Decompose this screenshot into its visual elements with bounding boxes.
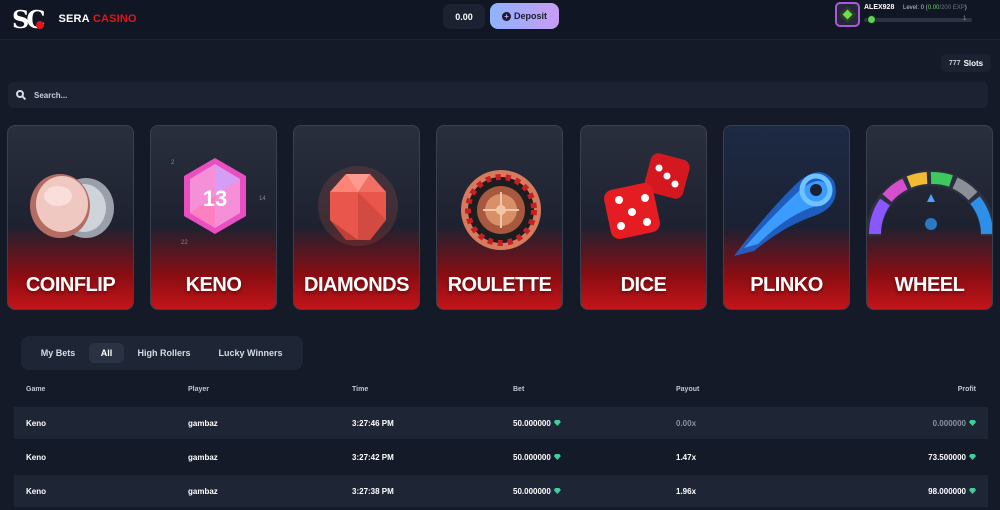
search-bar[interactable] bbox=[8, 82, 988, 108]
bet-amount: 50.000000 bbox=[513, 453, 551, 462]
balance-display[interactable]: 0.00 bbox=[443, 4, 485, 29]
game-cards: COINFLIP 13 2 14 22 KENO DIAMONDS ROULET… bbox=[7, 125, 993, 310]
bets-tabs: My Bets All High Rollers Lucky Winners bbox=[21, 336, 303, 370]
cell-time: 3:27:42 PM bbox=[352, 453, 394, 462]
bets-table-header: Game Player Time Bet Payout Profit bbox=[14, 384, 988, 398]
svg-text:22: 22 bbox=[181, 240, 188, 246]
next-level-number: 1 bbox=[963, 16, 967, 22]
table-row: Keno gambaz 3:27:42 PM 50.000000 1.47x 7… bbox=[14, 441, 988, 473]
column-header-bet: Bet bbox=[513, 386, 525, 393]
wheel-icon bbox=[867, 170, 992, 237]
column-header-profit: Profit bbox=[957, 386, 976, 393]
fireball-icon bbox=[734, 172, 836, 256]
cell-payout: 1.96x bbox=[676, 487, 697, 496]
cell-time: 3:27:38 PM bbox=[352, 487, 394, 496]
profit-amount: 0.000000 bbox=[932, 419, 966, 428]
level-info: Level: 0 (0.00/200 EXP) bbox=[903, 5, 967, 11]
coin-icon bbox=[30, 174, 114, 238]
game-card-roulette[interactable]: ROULETTE bbox=[436, 125, 563, 310]
cell-game: Keno bbox=[26, 419, 46, 428]
svg-text:14: 14 bbox=[259, 196, 266, 202]
column-header-game: Game bbox=[26, 386, 46, 393]
gem-icon bbox=[969, 454, 976, 460]
search-input[interactable] bbox=[34, 90, 934, 100]
cell-player[interactable]: gambaz bbox=[188, 487, 218, 496]
game-card-label: ROULETTE bbox=[447, 274, 552, 296]
profit-amount: 73.500000 bbox=[928, 453, 966, 462]
xp-progress-knob bbox=[867, 15, 876, 24]
cell-payout: 1.47x bbox=[676, 453, 697, 462]
logo[interactable]: SC SERA CASINO bbox=[12, 4, 137, 34]
tab-high-rollers[interactable]: High Rollers bbox=[129, 343, 199, 363]
logo-dot bbox=[36, 21, 44, 29]
game-card-keno[interactable]: 13 2 14 22 KENO bbox=[150, 125, 277, 310]
gem-icon bbox=[553, 454, 561, 460]
keno-number: 13 bbox=[203, 186, 227, 211]
slots-icon: 777 bbox=[948, 59, 961, 67]
gem-icon bbox=[553, 420, 561, 426]
game-card-label: KENO bbox=[185, 274, 242, 296]
search-icon bbox=[16, 90, 27, 101]
svg-text:2: 2 bbox=[171, 160, 175, 166]
dice-icon bbox=[604, 153, 690, 239]
brand-sera: SERA bbox=[58, 13, 90, 25]
logo-mark: SC bbox=[12, 4, 45, 34]
column-header-time: Time bbox=[352, 386, 369, 393]
avatar-gem-icon bbox=[839, 6, 856, 23]
game-card-wheel[interactable]: WHEEL bbox=[866, 125, 993, 310]
gem-icon bbox=[553, 488, 561, 494]
top-header: SC SERA CASINO 0.00 + Deposit ALEX928 Lev… bbox=[0, 0, 1000, 40]
cell-payout: 0.00x bbox=[676, 419, 697, 428]
diamond-icon bbox=[318, 166, 398, 246]
cell-player[interactable]: gambaz bbox=[188, 453, 218, 462]
cell-game: Keno bbox=[26, 487, 46, 496]
xp-total: /200 EXP bbox=[939, 5, 965, 11]
plus-circle-icon: + bbox=[501, 11, 511, 21]
gem-icon bbox=[969, 420, 976, 426]
slots-button[interactable]: 777 Slots bbox=[941, 54, 991, 72]
game-card-plinko[interactable]: PLINKO bbox=[723, 125, 850, 310]
xp-progress-bar bbox=[864, 18, 972, 22]
user-panel[interactable]: ALEX928 Level: 0 (0.00/200 EXP) 1 bbox=[835, 2, 980, 32]
brand-name: SERA CASINO bbox=[58, 13, 136, 25]
game-card-label: PLINKO bbox=[750, 274, 823, 296]
cell-profit: 98.000000 bbox=[928, 487, 976, 496]
table-row: Keno gambaz 3:27:46 PM 50.000000 0.00x 0… bbox=[14, 407, 988, 439]
keno-gem-icon: 13 2 14 22 bbox=[171, 158, 266, 246]
game-card-label: DIAMONDS bbox=[304, 274, 409, 296]
cell-player[interactable]: gambaz bbox=[188, 419, 218, 428]
game-card-diamonds[interactable]: DIAMONDS bbox=[293, 125, 420, 310]
brand-casino: CASINO bbox=[92, 13, 137, 25]
game-card-label: DICE bbox=[620, 274, 667, 296]
game-card-dice[interactable]: DICE bbox=[580, 125, 707, 310]
xp-current: 0.00 bbox=[927, 5, 940, 11]
profit-amount: 98.000000 bbox=[928, 487, 966, 496]
game-card-label: COINFLIP bbox=[25, 274, 116, 296]
cell-profit: 0.000000 bbox=[933, 419, 976, 428]
tab-all[interactable]: All bbox=[89, 343, 124, 363]
deposit-button[interactable]: + Deposit bbox=[490, 3, 559, 29]
avatar[interactable] bbox=[835, 2, 860, 27]
gem-icon bbox=[969, 488, 976, 494]
cell-profit: 73.500000 bbox=[928, 453, 976, 462]
username: ALEX928 bbox=[864, 4, 895, 11]
game-card-label: WHEEL bbox=[894, 274, 965, 296]
bet-amount: 50.000000 bbox=[513, 487, 551, 496]
column-header-player: Player bbox=[188, 386, 210, 393]
level-label: Level: 0 bbox=[903, 5, 925, 11]
cell-bet: 50.000000 bbox=[513, 487, 561, 496]
cell-bet: 50.000000 bbox=[513, 453, 561, 462]
bet-amount: 50.000000 bbox=[513, 419, 551, 428]
cell-bet: 50.000000 bbox=[513, 419, 561, 428]
cell-game: Keno bbox=[26, 453, 46, 462]
cell-time: 3:27:46 PM bbox=[352, 419, 394, 428]
game-card-coinflip[interactable]: COINFLIP bbox=[7, 125, 134, 310]
deposit-label: Deposit bbox=[513, 11, 547, 21]
column-header-payout: Payout bbox=[676, 386, 700, 393]
table-row: Keno gambaz 3:27:38 PM 50.000000 1.96x 9… bbox=[14, 475, 988, 507]
tab-lucky-winners[interactable]: Lucky Winners bbox=[207, 343, 294, 363]
slots-label: Slots bbox=[963, 58, 984, 68]
roulette-wheel-icon bbox=[461, 170, 541, 250]
tab-my-bets[interactable]: My Bets bbox=[29, 343, 87, 363]
